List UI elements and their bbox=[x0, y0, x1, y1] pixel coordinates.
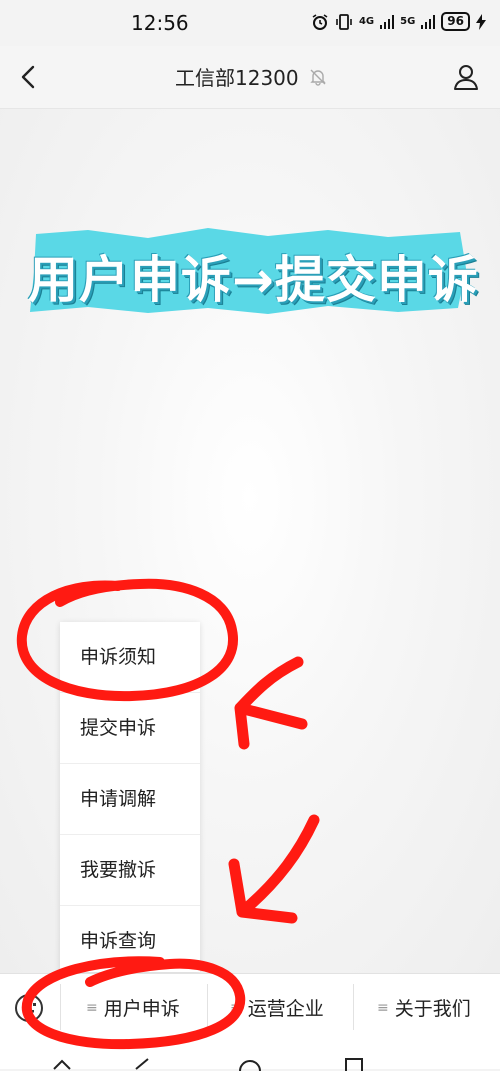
vibrate-icon bbox=[336, 13, 352, 30]
signal-bars-icon bbox=[421, 14, 436, 29]
nav-item-about-us[interactable]: ≡ 关于我们 bbox=[377, 994, 471, 1021]
menu-item-complaint-notice[interactable]: 申诉须知 bbox=[60, 622, 200, 693]
title-bar: 工信部12300 bbox=[0, 46, 500, 109]
page-title: 工信部12300 bbox=[175, 66, 299, 90]
title-wrap: 工信部12300 bbox=[175, 62, 327, 91]
content-area: 用户申诉→提交申诉 申诉须知 提交申诉 申请调解 我要撤诉 申诉查询 bbox=[0, 109, 500, 973]
nav-item-operators[interactable]: ≡ 运营企业 bbox=[230, 994, 324, 1021]
nav-divider bbox=[60, 984, 61, 1030]
bottom-nav: ≡ 用户申诉 ≡ 运营企业 ≡ 关于我们 bbox=[0, 973, 500, 1042]
nav-item-label: 用户申诉 bbox=[103, 998, 180, 1020]
nav-item-label: 运营企业 bbox=[247, 998, 324, 1020]
menu-item-withdraw-complaint[interactable]: 我要撤诉 bbox=[60, 835, 200, 906]
menu-item-request-mediation[interactable]: 申请调解 bbox=[60, 764, 200, 835]
menu-item-complaint-query[interactable]: 申诉查询 bbox=[60, 906, 200, 976]
nav-divider bbox=[207, 984, 208, 1030]
banner: 用户申诉→提交申诉 bbox=[28, 228, 479, 314]
alarm-icon bbox=[312, 13, 328, 30]
status-time: 12:56 bbox=[131, 11, 189, 35]
signal-bars-icon bbox=[380, 14, 395, 29]
battery-indicator: 96 bbox=[441, 12, 470, 31]
mute-bell-icon bbox=[309, 69, 326, 86]
banner-text: 用户申诉→提交申诉 bbox=[28, 251, 479, 309]
menu-lines-icon: ≡ bbox=[86, 999, 98, 1016]
charging-icon bbox=[476, 13, 486, 30]
nav-item-label: 关于我们 bbox=[394, 998, 471, 1020]
user-profile-icon[interactable] bbox=[452, 63, 480, 91]
menu-lines-icon: ≡ bbox=[377, 999, 389, 1016]
system-nav-bar bbox=[0, 1041, 500, 1071]
status-bar: 12:56 4G 5G 96 bbox=[0, 0, 500, 46]
menu-item-submit-complaint[interactable]: 提交申诉 bbox=[60, 693, 200, 764]
keyboard-toggle-icon[interactable] bbox=[14, 993, 44, 1023]
nav-item-user-complaint[interactable]: ≡ 用户申诉 bbox=[86, 994, 180, 1021]
back-icon[interactable] bbox=[16, 64, 42, 90]
popup-menu: 申诉须知 提交申诉 申请调解 我要撤诉 申诉查询 bbox=[60, 622, 200, 972]
status-icons: 4G 5G 96 bbox=[311, 12, 486, 31]
menu-lines-icon: ≡ bbox=[230, 999, 242, 1016]
signal-4g-label: 4G bbox=[358, 16, 375, 27]
signal-5g-label: 5G bbox=[400, 16, 416, 27]
nav-divider bbox=[353, 984, 354, 1030]
